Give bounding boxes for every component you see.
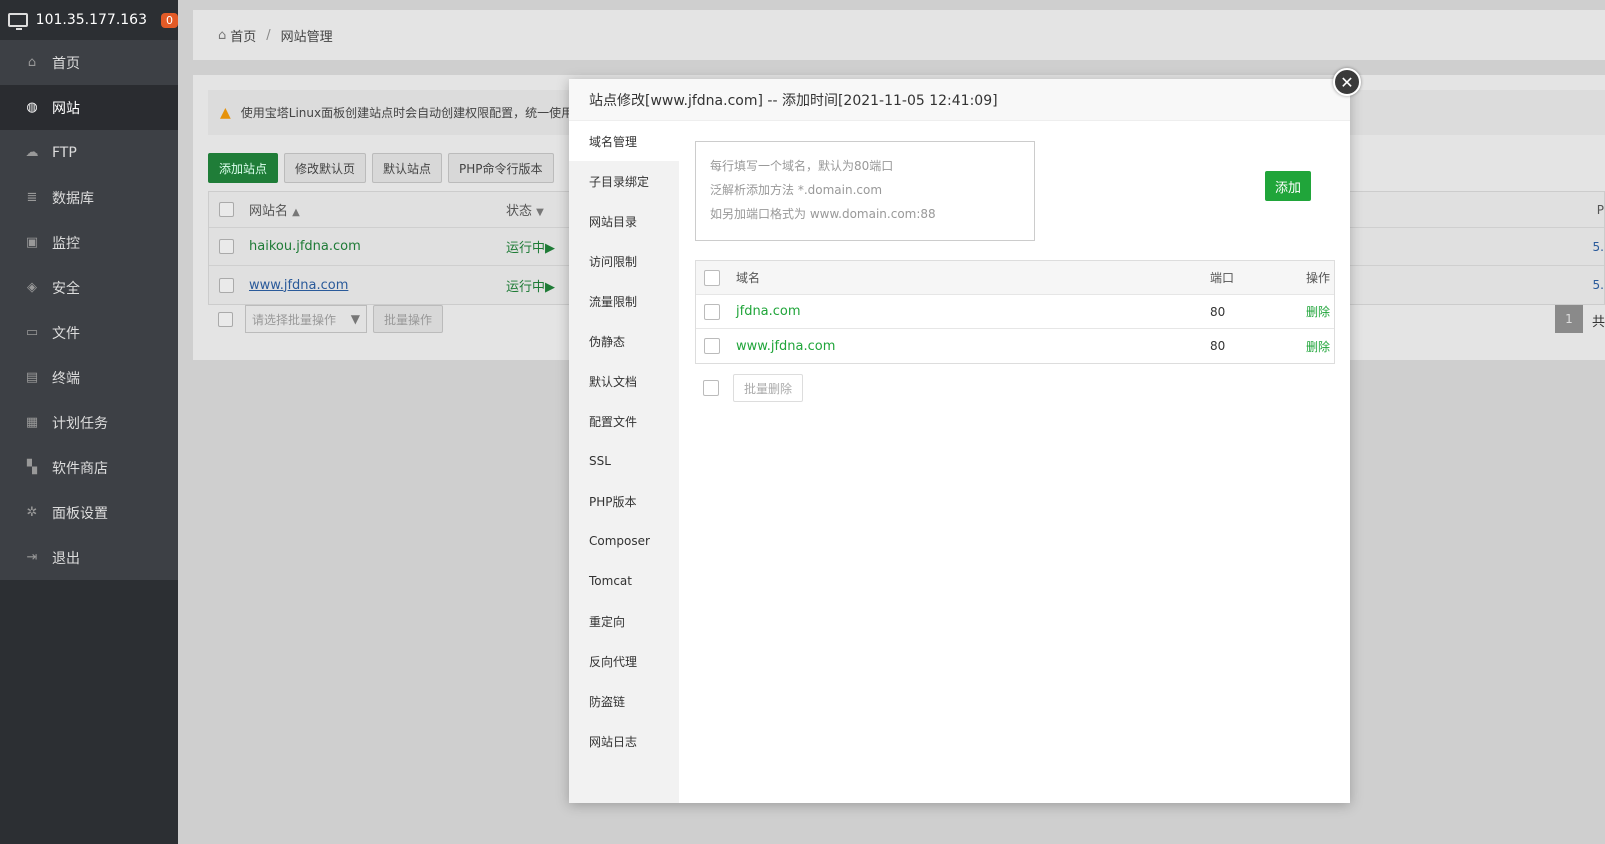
site-edit-modal: 站点修改[www.jfdna.com] -- 添加时间[2021-11-05 1…: [569, 79, 1350, 803]
modal-body: 每行填写一个域名，默认为80端口 泛解析添加方法 *.domain.com 如另…: [679, 121, 1350, 803]
modal-title: 站点修改[www.jfdna.com] -- 添加时间[2021-11-05 1…: [569, 79, 1350, 121]
menu-subdir-binding[interactable]: 子目录绑定: [569, 161, 679, 201]
domain-name: www.jfdna.com: [736, 338, 836, 354]
menu-composer[interactable]: Composer: [569, 521, 679, 561]
select-all-domains-checkbox[interactable]: [704, 269, 720, 286]
col-action: 操作: [1305, 271, 1330, 285]
menu-access-limit[interactable]: 访问限制: [569, 241, 679, 281]
menu-rewrite[interactable]: 伪静态: [569, 321, 679, 361]
menu-config-file[interactable]: 配置文件: [569, 401, 679, 441]
delete-domain-link[interactable]: 删除: [1280, 303, 1330, 320]
domain-port: 80: [1210, 304, 1226, 319]
menu-ssl[interactable]: SSL: [569, 441, 679, 481]
domain-name: jfdna.com: [736, 304, 801, 319]
row-checkbox[interactable]: [704, 338, 720, 354]
domain-textarea[interactable]: 每行填写一个域名，默认为80端口 泛解析添加方法 *.domain.com 如另…: [695, 141, 1035, 241]
modal-menu: 域名管理 子目录绑定 网站目录 访问限制 流量限制 伪静态 默认文档 配置文件 …: [569, 121, 679, 803]
domain-table-header: 域名 端口 操作: [696, 261, 1334, 295]
close-icon[interactable]: ✕: [1333, 68, 1361, 96]
table-row: www.jfdna.com 80 删除: [696, 329, 1334, 363]
textarea-hint-line: 每行填写一个域名，默认为80端口: [710, 159, 894, 173]
menu-site-directory[interactable]: 网站目录: [569, 201, 679, 241]
menu-default-doc[interactable]: 默认文档: [569, 361, 679, 401]
menu-reverse-proxy[interactable]: 反向代理: [569, 641, 679, 681]
menu-tomcat[interactable]: Tomcat: [569, 561, 679, 601]
textarea-hint-line: 如另加端口格式为 www.domain.com:88: [710, 207, 936, 221]
menu-traffic-limit[interactable]: 流量限制: [569, 281, 679, 321]
delete-domain-link[interactable]: 删除: [1280, 338, 1330, 355]
menu-domain-management[interactable]: 域名管理: [569, 121, 679, 161]
textarea-hint-line: 泛解析添加方法 *.domain.com: [710, 183, 883, 197]
row-checkbox[interactable]: [704, 303, 720, 320]
table-row: jfdna.com 80 删除: [696, 295, 1334, 329]
bulk-delete-bar: 批量删除: [703, 374, 804, 402]
domain-table: 域名 端口 操作 jfdna.com 80 删除 www.jfdna.com 8…: [695, 260, 1335, 364]
bulk-delete-button[interactable]: 批量删除: [733, 374, 804, 402]
menu-redirect[interactable]: 重定向: [569, 601, 679, 641]
menu-php-version[interactable]: PHP版本: [569, 481, 679, 521]
menu-hotlink-protection[interactable]: 防盗链: [569, 681, 679, 721]
domain-port: 80: [1210, 339, 1226, 353]
col-domain: 域名: [736, 271, 761, 285]
add-domain-button[interactable]: 添加: [1265, 171, 1311, 201]
bulk-select-checkbox[interactable]: [703, 380, 719, 396]
menu-site-log[interactable]: 网站日志: [569, 721, 679, 761]
col-port: 端口: [1210, 271, 1235, 285]
